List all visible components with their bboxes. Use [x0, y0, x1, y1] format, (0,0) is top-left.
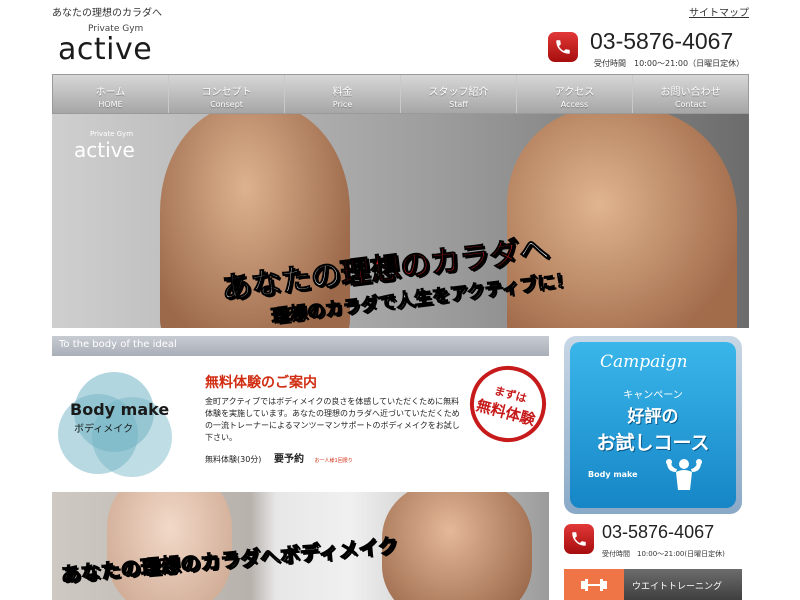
nav-label: お問い合わせ [660, 87, 721, 98]
hero-brand-subtitle: Private Gym [90, 130, 134, 138]
sidebar-phone-number: 03-5876-4067 [602, 522, 715, 542]
banner-text-highlight: 理想のカラダ [139, 545, 262, 580]
dumbbell-icon [564, 569, 624, 600]
campaign-panel: Campaign キャンペーン 好評の お試しコース Body make [570, 342, 736, 508]
nav-sublabel: Access [560, 100, 589, 109]
hero-brand-title: active [74, 138, 135, 162]
campaign-banner[interactable]: Campaign キャンペーン 好評の お試しコース Body make [564, 336, 742, 514]
weight-training-link[interactable]: ウエイトトレーニング [564, 569, 742, 600]
header-phone: 03-5876-4067 受付時間 10:00～21:00（日曜日定休） [548, 28, 748, 70]
trial-description: 金町アクティブではボディメイクの良さを体感していただくために無料体験を実施してい… [205, 397, 460, 442]
nav-sublabel: HOME [98, 100, 123, 109]
sitemap-link[interactable]: サイトマップ [689, 4, 749, 19]
banner-photo-right [382, 492, 532, 600]
nav-sublabel: Price [332, 100, 353, 109]
site-logo[interactable]: Private Gym active [58, 24, 178, 68]
nav-sublabel: Contact [674, 100, 707, 109]
free-trial-stamp: まずは 無料体験 [461, 357, 555, 451]
nav-price[interactable]: 料金 Price [285, 75, 401, 113]
nav-staff[interactable]: スタッフ紹介 Staff [401, 75, 517, 113]
nav-sublabel: Staff [449, 100, 468, 109]
main-nav: ホーム HOME コンセプト Consept 料金 Price スタッフ紹介 Staff… [52, 74, 749, 114]
logo-title: active [58, 32, 153, 67]
campaign-kana: キャンペーン [623, 390, 683, 401]
section-heading: To the body of the ideal [52, 336, 549, 356]
bodymake-banner[interactable]: あなたの理想のカラダへボディメイク [52, 492, 549, 600]
nav-sublabel: Consept [210, 100, 243, 109]
hero-photo-right [507, 114, 737, 328]
phone-icon [564, 524, 594, 554]
phone-number: 03-5876-4067 [590, 28, 734, 54]
nav-label: コンセプト [201, 87, 252, 98]
nav-label: アクセス [554, 87, 595, 98]
bodymake-subtitle: ボディメイク [74, 424, 134, 435]
trial-label: 無料体験(30分) [205, 455, 262, 464]
trial-details: 無料体験(30分) 要予約 お一人様1回限り [205, 450, 465, 465]
flexing-man-icon [666, 459, 702, 490]
trial-note: お一人様1回限り [314, 458, 353, 464]
weight-training-label: ウエイトトレーニング [624, 569, 742, 600]
bodymake-graphic: Body make ボディメイク [52, 372, 177, 477]
nav-label: ホーム [95, 87, 126, 98]
nav-contact[interactable]: お問い合わせ Contact [633, 75, 748, 113]
hero-banner: Private Gym active あなたの理想のカラダへ 理想のカラダで人生… [52, 114, 749, 328]
trial-title: 無料体験のご案内 [205, 375, 317, 391]
nav-label: 料金 [332, 87, 353, 98]
sidebar-hours: 受付時間 10:00～21:00(日曜日定休) [602, 550, 725, 558]
nav-access[interactable]: アクセス Access [517, 75, 633, 113]
bodymake-title: Body make [70, 400, 170, 419]
campaign-title: Campaign [600, 352, 688, 372]
campaign-line-1: 好評の [627, 407, 679, 427]
campaign-tag: Body make [588, 470, 638, 479]
nav-concept[interactable]: コンセプト Consept [169, 75, 285, 113]
hero-headline-part: へ [517, 231, 552, 271]
business-hours: 受付時間 10:00～21:00（日曜日定休） [594, 59, 745, 68]
banner-text-part: へボディメイク [258, 533, 399, 570]
campaign-line-2: お試しコース [596, 432, 710, 454]
sidebar-phone: 03-5876-4067 受付時間 10:00～21:00(日曜日定休) [564, 522, 749, 562]
phone-icon [548, 32, 578, 62]
nav-home[interactable]: ホーム HOME [53, 75, 169, 113]
free-trial-info: 無料体験のご案内 金町アクティブではボディメイクの良さを体感していただくために無… [205, 372, 465, 465]
nav-label: スタッフ紹介 [428, 87, 489, 98]
site-tagline: あなたの理想のカラダへ [52, 8, 162, 19]
top-bar: あなたの理想のカラダへ サイトマップ [52, 4, 749, 19]
trial-reservation: 要予約 [273, 454, 304, 465]
